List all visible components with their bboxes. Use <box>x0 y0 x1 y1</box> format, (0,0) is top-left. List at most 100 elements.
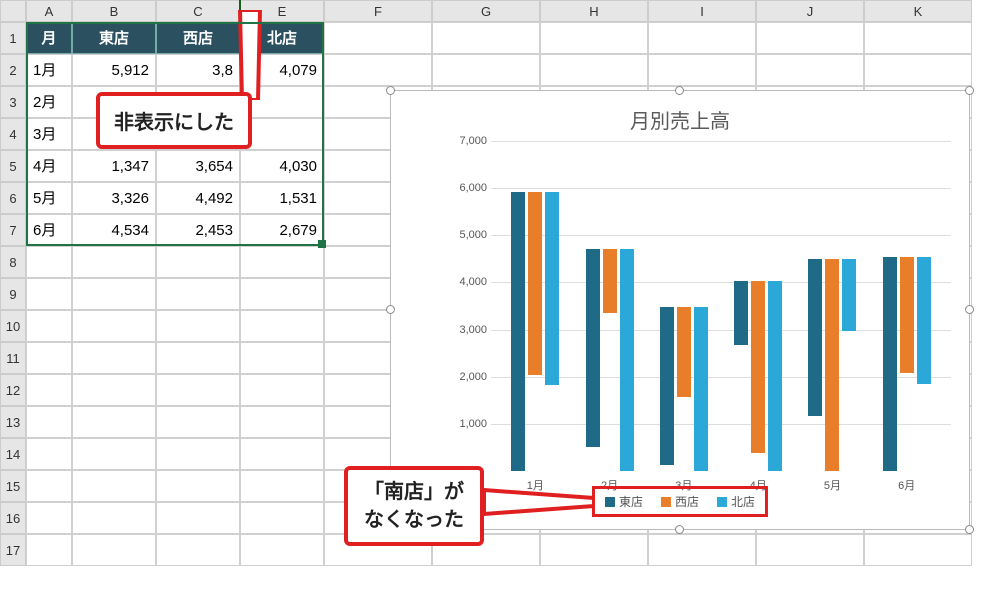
select-all-corner[interactable] <box>0 0 26 22</box>
col-header-K[interactable]: K <box>864 0 972 22</box>
cell[interactable] <box>864 22 972 54</box>
cell[interactable] <box>26 534 72 566</box>
bar[interactable] <box>900 257 914 373</box>
row-header-17[interactable]: 17 <box>0 534 26 566</box>
cell[interactable] <box>72 310 156 342</box>
cell[interactable] <box>240 534 324 566</box>
cell[interactable]: 2,679 <box>240 214 324 246</box>
col-header-F[interactable]: F <box>324 0 432 22</box>
cell[interactable] <box>540 534 648 566</box>
row-header-14[interactable]: 14 <box>0 438 26 470</box>
cell[interactable] <box>648 22 756 54</box>
cell[interactable] <box>240 502 324 534</box>
cell[interactable] <box>756 54 864 86</box>
cell[interactable] <box>240 470 324 502</box>
cell[interactable] <box>240 310 324 342</box>
cell[interactable]: 5,912 <box>72 54 156 86</box>
row-header-1[interactable]: 1 <box>0 22 26 54</box>
row-header-4[interactable]: 4 <box>0 118 26 150</box>
col-header-I[interactable]: I <box>648 0 756 22</box>
cell[interactable] <box>72 406 156 438</box>
cell[interactable]: 4,534 <box>72 214 156 246</box>
bar[interactable] <box>586 249 600 448</box>
chart-object[interactable]: 月別売上高 1,0002,0003,0004,0005,0006,0007,00… <box>390 90 970 530</box>
row-header-8[interactable]: 8 <box>0 246 26 278</box>
cell[interactable]: 1,347 <box>72 150 156 182</box>
cell[interactable] <box>324 54 432 86</box>
row-header-10[interactable]: 10 <box>0 310 26 342</box>
row-header-5[interactable]: 5 <box>0 150 26 182</box>
row-header-13[interactable]: 13 <box>0 406 26 438</box>
cell[interactable]: 4,030 <box>240 150 324 182</box>
row-header-3[interactable]: 3 <box>0 86 26 118</box>
bar[interactable] <box>751 281 765 453</box>
cell[interactable] <box>540 54 648 86</box>
cell[interactable]: 6月 <box>26 214 72 246</box>
cell[interactable] <box>156 438 240 470</box>
col-header-J[interactable]: J <box>756 0 864 22</box>
row-header-6[interactable]: 6 <box>0 182 26 214</box>
chart-title[interactable]: 月別売上高 <box>391 105 969 134</box>
cell[interactable] <box>540 22 648 54</box>
cell[interactable] <box>240 374 324 406</box>
cell[interactable] <box>72 534 156 566</box>
cell[interactable] <box>72 342 156 374</box>
cell[interactable] <box>432 54 540 86</box>
row-header-12[interactable]: 12 <box>0 374 26 406</box>
cell[interactable] <box>240 342 324 374</box>
cell[interactable]: 3,8 <box>156 54 240 86</box>
bar[interactable] <box>511 192 525 471</box>
col-header-C[interactable]: C <box>156 0 240 22</box>
row-header-11[interactable]: 11 <box>0 342 26 374</box>
cell[interactable] <box>26 406 72 438</box>
cell[interactable]: 3月 <box>26 118 72 150</box>
cell[interactable] <box>240 278 324 310</box>
cell[interactable] <box>156 374 240 406</box>
cell[interactable]: 1,531 <box>240 182 324 214</box>
col-header-B[interactable]: B <box>72 0 156 22</box>
bar[interactable] <box>528 192 542 375</box>
bar[interactable] <box>545 192 559 384</box>
cell[interactable] <box>26 470 72 502</box>
cell[interactable]: 2,453 <box>156 214 240 246</box>
cell[interactable] <box>26 342 72 374</box>
cell[interactable] <box>26 438 72 470</box>
cell[interactable] <box>72 246 156 278</box>
cell[interactable] <box>156 502 240 534</box>
col-header-A[interactable]: A <box>26 0 72 22</box>
row-header-16[interactable]: 16 <box>0 502 26 534</box>
bar[interactable] <box>694 307 708 471</box>
cell[interactable] <box>240 118 324 150</box>
cell[interactable] <box>864 534 972 566</box>
cell[interactable] <box>648 54 756 86</box>
bar[interactable] <box>677 307 691 397</box>
cell[interactable] <box>156 470 240 502</box>
header-cell[interactable]: 東店 <box>72 22 156 54</box>
row-header-9[interactable]: 9 <box>0 278 26 310</box>
cell[interactable] <box>156 310 240 342</box>
cell[interactable] <box>72 374 156 406</box>
cell[interactable] <box>72 502 156 534</box>
cell[interactable] <box>26 310 72 342</box>
bar[interactable] <box>842 259 856 331</box>
cell[interactable] <box>324 22 432 54</box>
cell[interactable] <box>648 534 756 566</box>
cell[interactable] <box>156 534 240 566</box>
bar[interactable] <box>603 249 617 314</box>
col-header-H[interactable]: H <box>540 0 648 22</box>
row-header-7[interactable]: 7 <box>0 214 26 246</box>
bar[interactable] <box>883 257 897 471</box>
cell[interactable] <box>240 438 324 470</box>
cell[interactable] <box>26 502 72 534</box>
cell[interactable] <box>156 278 240 310</box>
header-cell[interactable]: 西店 <box>156 22 240 54</box>
bar[interactable] <box>620 249 634 472</box>
cell[interactable] <box>156 246 240 278</box>
cell[interactable] <box>26 278 72 310</box>
cell[interactable] <box>26 374 72 406</box>
cell[interactable] <box>156 342 240 374</box>
cell[interactable] <box>864 54 972 86</box>
cell[interactable]: 2月 <box>26 86 72 118</box>
cell[interactable] <box>72 438 156 470</box>
cell[interactable] <box>432 22 540 54</box>
